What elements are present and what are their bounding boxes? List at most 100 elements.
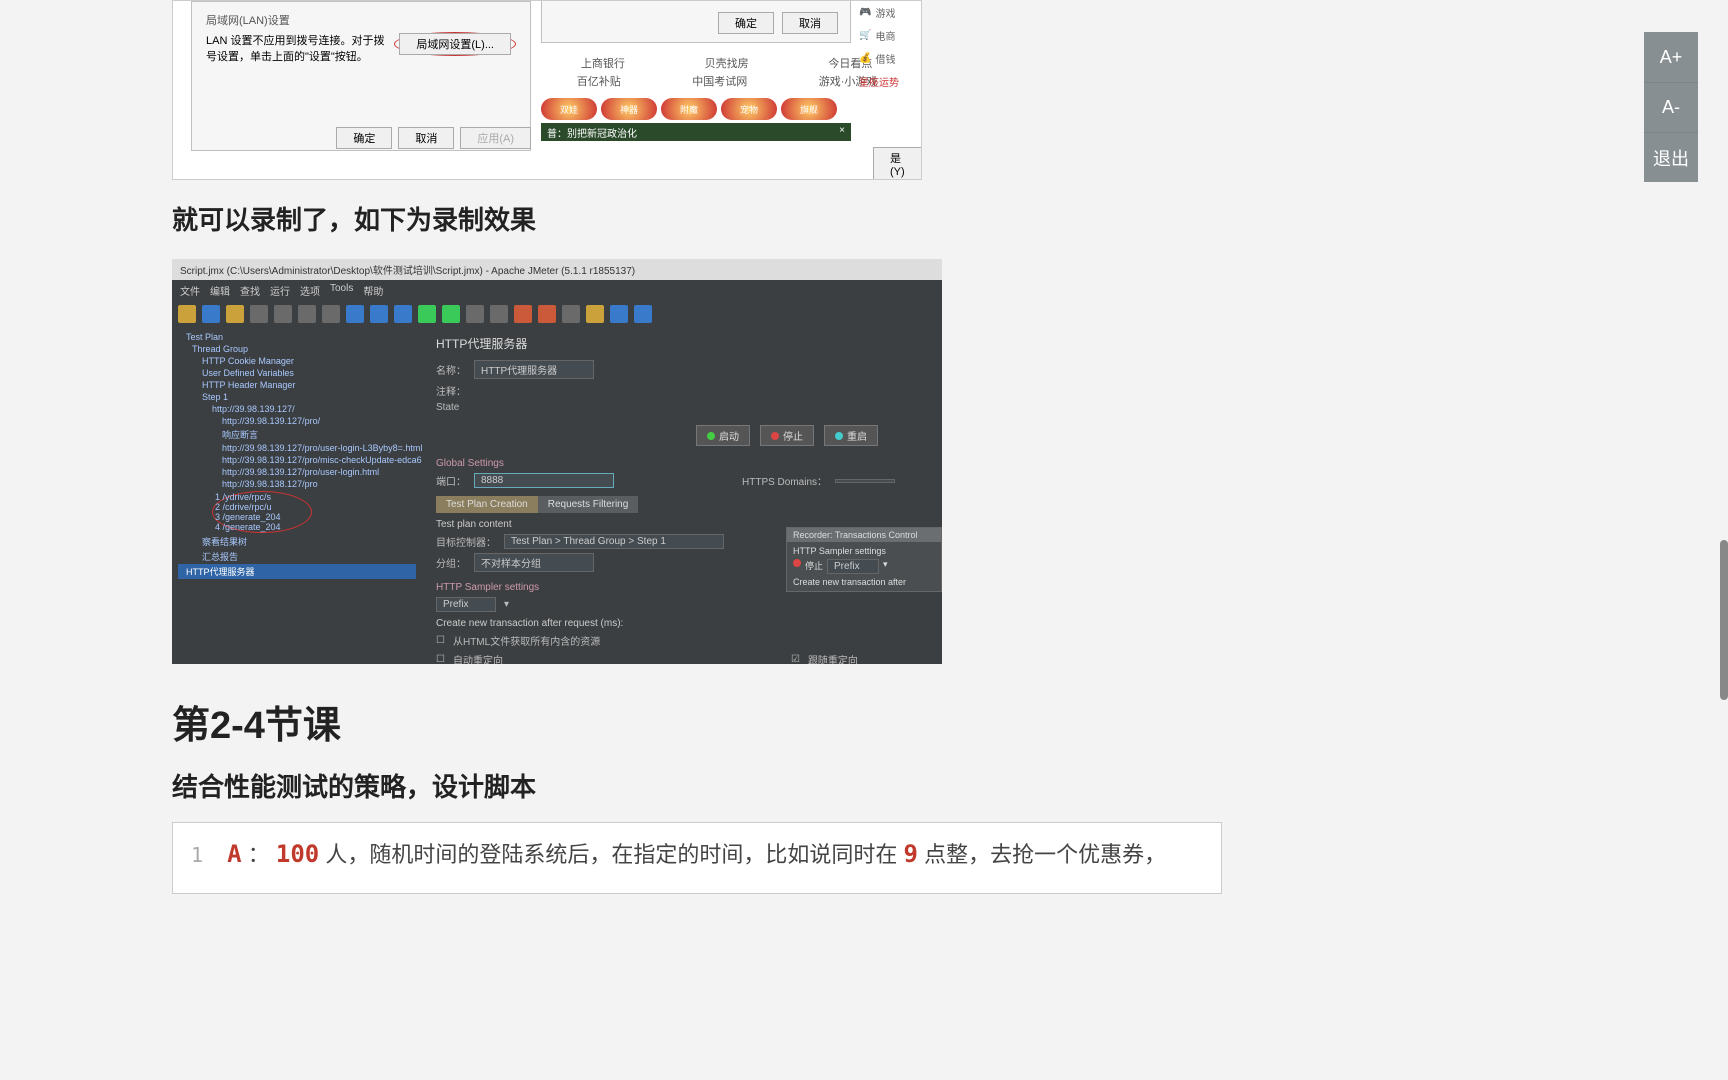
jmeter-toolbar (172, 301, 942, 327)
target-controller-select[interactable]: Test Plan > Thread Group > Step 1 (504, 534, 724, 549)
tree-node[interactable]: http://39.98.139.127/pro/user-login-L3By… (178, 442, 416, 454)
tab-requests-filtering[interactable]: Requests Filtering (538, 496, 639, 513)
function-icon[interactable] (586, 305, 604, 323)
port-input[interactable]: 8888 (474, 473, 614, 488)
tree-node[interactable]: 汇总报告 (178, 549, 416, 564)
search-icon[interactable] (562, 305, 580, 323)
lan-settings-button[interactable]: 局域网设置(L)... (399, 33, 511, 55)
tree-node[interactable]: http://39.98.139.127/pro/user-login.html (178, 466, 416, 478)
menu-item[interactable]: 选项 (300, 283, 320, 298)
https-domains-input[interactable] (835, 479, 895, 483)
shutdown-icon[interactable] (490, 305, 508, 323)
start-button[interactable]: 启动 (696, 425, 750, 446)
tree-node[interactable]: http://39.98.139.127/pro/misc-checkUpdat… (178, 454, 416, 466)
page-scrollbar[interactable] (1720, 540, 1728, 700)
sidebar-item[interactable]: 星座运势 (853, 70, 921, 93)
tree-node[interactable]: Step 1 (178, 391, 416, 403)
game-pill[interactable]: 附魔 (661, 98, 717, 120)
checkbox[interactable]: ☐ (436, 654, 445, 664)
game-pill[interactable]: 双娃 (541, 98, 597, 120)
line-number: 1 (191, 843, 203, 867)
portal-link[interactable]: 百亿补贴 (577, 73, 621, 89)
toggle-icon[interactable] (394, 305, 412, 323)
menu-item[interactable]: 查找 (240, 283, 260, 298)
tree-node[interactable]: Thread Group (178, 343, 416, 355)
menu-item[interactable]: 文件 (180, 283, 200, 298)
font-decrease-button[interactable]: A- (1644, 82, 1698, 132)
browser-tab-covid[interactable]: 普：别把新冠政治化 × (541, 123, 851, 141)
recorder-prefix-select[interactable]: Prefix (827, 559, 879, 574)
game-pill[interactable]: 神器 (601, 98, 657, 120)
name-input[interactable]: HTTP代理服务器 (474, 360, 594, 379)
exit-button[interactable]: 退出 (1644, 132, 1698, 182)
jmeter-window-title: Script.jmx (C:\Users\Administrator\Deskt… (172, 259, 942, 280)
start-icon[interactable] (418, 305, 436, 323)
ie-dialog-button-row: 确定 取消 应用(A) (191, 127, 531, 149)
tree-node[interactable]: http://39.98.139.127/ (178, 403, 416, 415)
paste-icon[interactable] (322, 305, 340, 323)
restart-button[interactable]: 重启 (824, 425, 878, 446)
tree-node[interactable]: 响应断言 (178, 427, 416, 442)
code-token-A: A (227, 840, 241, 868)
clear-all-icon[interactable] (538, 305, 556, 323)
sidebar-item[interactable]: 🛒电商 (853, 24, 921, 47)
tree-node[interactable]: Test Plan (178, 331, 416, 343)
tree-node[interactable]: 察看结果树 (178, 534, 416, 549)
cancel-button[interactable]: 取消 (398, 127, 454, 149)
tree-node[interactable]: HTTP Header Manager (178, 379, 416, 391)
tree-node-circled[interactable]: 1 /ydrive/rpc/s 2 /cdrive/rpc/u 3 /gener… (178, 490, 416, 534)
money-icon: 💰 (859, 53, 871, 64)
stop-icon[interactable] (466, 305, 484, 323)
tree-node[interactable]: http://39.98.138.127/pro (178, 478, 416, 490)
game-pill[interactable]: 宠物 (721, 98, 777, 120)
sidebar-item[interactable]: 💰借钱 (853, 47, 921, 70)
jmeter-tree[interactable]: Test Plan Thread Group HTTP Cookie Manag… (172, 327, 422, 664)
start-no-pause-icon[interactable] (442, 305, 460, 323)
code-block: 1 A ： 100 人，随机时间的登陆系统后，在指定的时间，比如说同时在 9 点… (172, 822, 1222, 894)
tree-node[interactable]: http://39.98.139.127/pro/ (178, 415, 416, 427)
tab-test-plan-creation[interactable]: Test Plan Creation (436, 496, 538, 513)
menu-item[interactable]: 帮助 (363, 283, 383, 298)
checkbox-checked[interactable]: ☑ (791, 654, 800, 664)
menu-item[interactable]: 编辑 (210, 283, 230, 298)
checkbox[interactable]: ☐ (436, 635, 445, 646)
chk-follow-redirect: 跟随重定向 (808, 652, 858, 664)
comment-label: 注释： (436, 383, 466, 398)
recorder-sampler-settings-label: HTTP Sampler settings (793, 546, 935, 556)
open-icon[interactable] (226, 305, 244, 323)
copy-icon[interactable] (298, 305, 316, 323)
upper-ok-button[interactable]: 确定 (718, 12, 774, 34)
yes-button[interactable]: 是(Y) (873, 147, 922, 180)
cut-icon[interactable] (274, 305, 292, 323)
game-pill[interactable]: 旗舰 (781, 98, 837, 120)
plus-icon[interactable] (346, 305, 364, 323)
menu-item[interactable]: 运行 (270, 283, 290, 298)
dropdown-arrow-icon[interactable]: ▾ (504, 599, 509, 610)
menu-item[interactable]: Tools (330, 283, 353, 298)
close-icon[interactable]: × (839, 125, 845, 136)
dropdown-arrow-icon[interactable]: ▾ (883, 559, 888, 574)
clear-icon[interactable] (514, 305, 532, 323)
ok-button[interactable]: 确定 (336, 127, 392, 149)
paragraph-recording-ready: 就可以录制了，如下为录制效果 (172, 200, 1232, 237)
sidebar-item[interactable]: 🎮游戏 (853, 1, 921, 24)
save-icon[interactable] (250, 305, 268, 323)
minus-icon[interactable] (370, 305, 388, 323)
template2-icon[interactable] (634, 305, 652, 323)
tree-node[interactable]: HTTP Cookie Manager (178, 355, 416, 367)
new-icon[interactable] (178, 305, 196, 323)
recorder-stop-button[interactable]: 停止 (805, 559, 823, 574)
stop-button[interactable]: 停止 (760, 425, 814, 446)
tree-node-selected[interactable]: HTTP代理服务器 (178, 564, 416, 579)
tree-node[interactable]: User Defined Variables (178, 367, 416, 379)
grouping-select[interactable]: 不对样本分组 (474, 553, 594, 572)
help-icon[interactable] (610, 305, 628, 323)
portal-link[interactable]: 中国考试网 (692, 73, 747, 89)
game-icon: 🎮 (859, 7, 871, 18)
prefix-select[interactable]: Prefix (436, 597, 496, 612)
panel-title: HTTP代理服务器 (436, 335, 928, 352)
template-icon[interactable] (202, 305, 220, 323)
font-increase-button[interactable]: A+ (1644, 32, 1698, 82)
apply-button[interactable]: 应用(A) (460, 127, 531, 149)
upper-cancel-button[interactable]: 取消 (782, 12, 838, 34)
